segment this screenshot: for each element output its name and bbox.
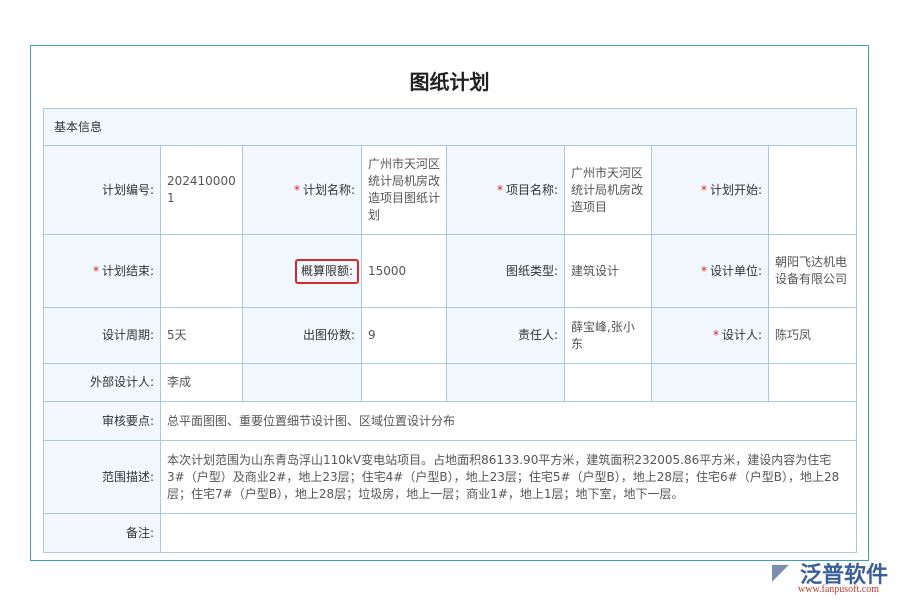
fanpusoft-logo: ◤ 泛普软件 www.fanpusoft.com [772,556,897,600]
design-period-label: 设计周期: [44,308,161,364]
logo-url: www.fanpusoft.com [798,584,879,595]
empty-cell [362,364,447,402]
empty-cell [769,364,857,402]
budget-value: 15000 [362,235,447,308]
external-designer-value: 李成 [161,364,243,402]
remarks-label: 备注: [44,514,161,553]
design-period-value: 5天 [161,308,243,364]
logo-mark-icon: ◤ [772,560,789,585]
basic-info-table: 基本信息 计划编号: 2024100001 *计划名称: 广州市天河区统计局机房… [43,108,857,553]
copies-value: 9 [362,308,447,364]
responsible-label: 责任人: [447,308,565,364]
designer-value: 陈巧凤 [769,308,857,364]
scope-value: 本次计划范围为山东青岛浮山110kV变电站项目。占地面积86133.90平方米，… [161,441,857,514]
review-points-value: 总平面图图、重要位置细节设计图、区域位置设计分布 [161,402,857,441]
review-points-label: 审核要点: [44,402,161,441]
designer-label: *设计人: [652,308,769,364]
copies-label: 出图份数: [243,308,362,364]
plan-end-value [161,235,243,308]
required-mark: * [294,183,300,197]
empty-cell [652,364,769,402]
design-unit-value: 朝阳飞达机电设备有限公司 [769,235,857,308]
required-mark: * [713,328,719,342]
page-title: 图纸计划 [31,66,868,95]
plan-start-value [769,146,857,235]
budget-highlight: 概算限额: [295,259,359,284]
drawing-type-value: 建筑设计 [565,235,652,308]
empty-cell [243,364,362,402]
plan-start-label: *计划开始: [652,146,769,235]
plan-no-value: 2024100001 [161,146,243,235]
external-designer-label: 外部设计人: [44,364,161,402]
drawing-type-label: 图纸类型: [447,235,565,308]
required-mark: * [93,264,99,278]
design-unit-label: *设计单位: [652,235,769,308]
scope-label: 范围描述: [44,441,161,514]
required-mark: * [701,264,707,278]
empty-cell [447,364,565,402]
plan-end-label: *计划结束: [44,235,161,308]
project-name-value: 广州市天河区统计局机房改造项目 [565,146,652,235]
budget-label: 概算限额: [243,235,362,308]
remarks-value [161,514,857,553]
plan-name-value: 广州市天河区统计局机房改造项目图纸计划 [362,146,447,235]
project-name-label: *项目名称: [447,146,565,235]
section-header: 基本信息 [44,109,857,146]
plan-no-label: 计划编号: [44,146,161,235]
required-mark: * [701,183,707,197]
drawing-plan-panel: 图纸计划 基本信息 计划编号: 2024100001 *计划名称: 广州市天河区… [30,45,869,561]
empty-cell [565,364,652,402]
required-mark: * [497,183,503,197]
responsible-value: 薛宝峰,张小东 [565,308,652,364]
plan-name-label: *计划名称: [243,146,362,235]
